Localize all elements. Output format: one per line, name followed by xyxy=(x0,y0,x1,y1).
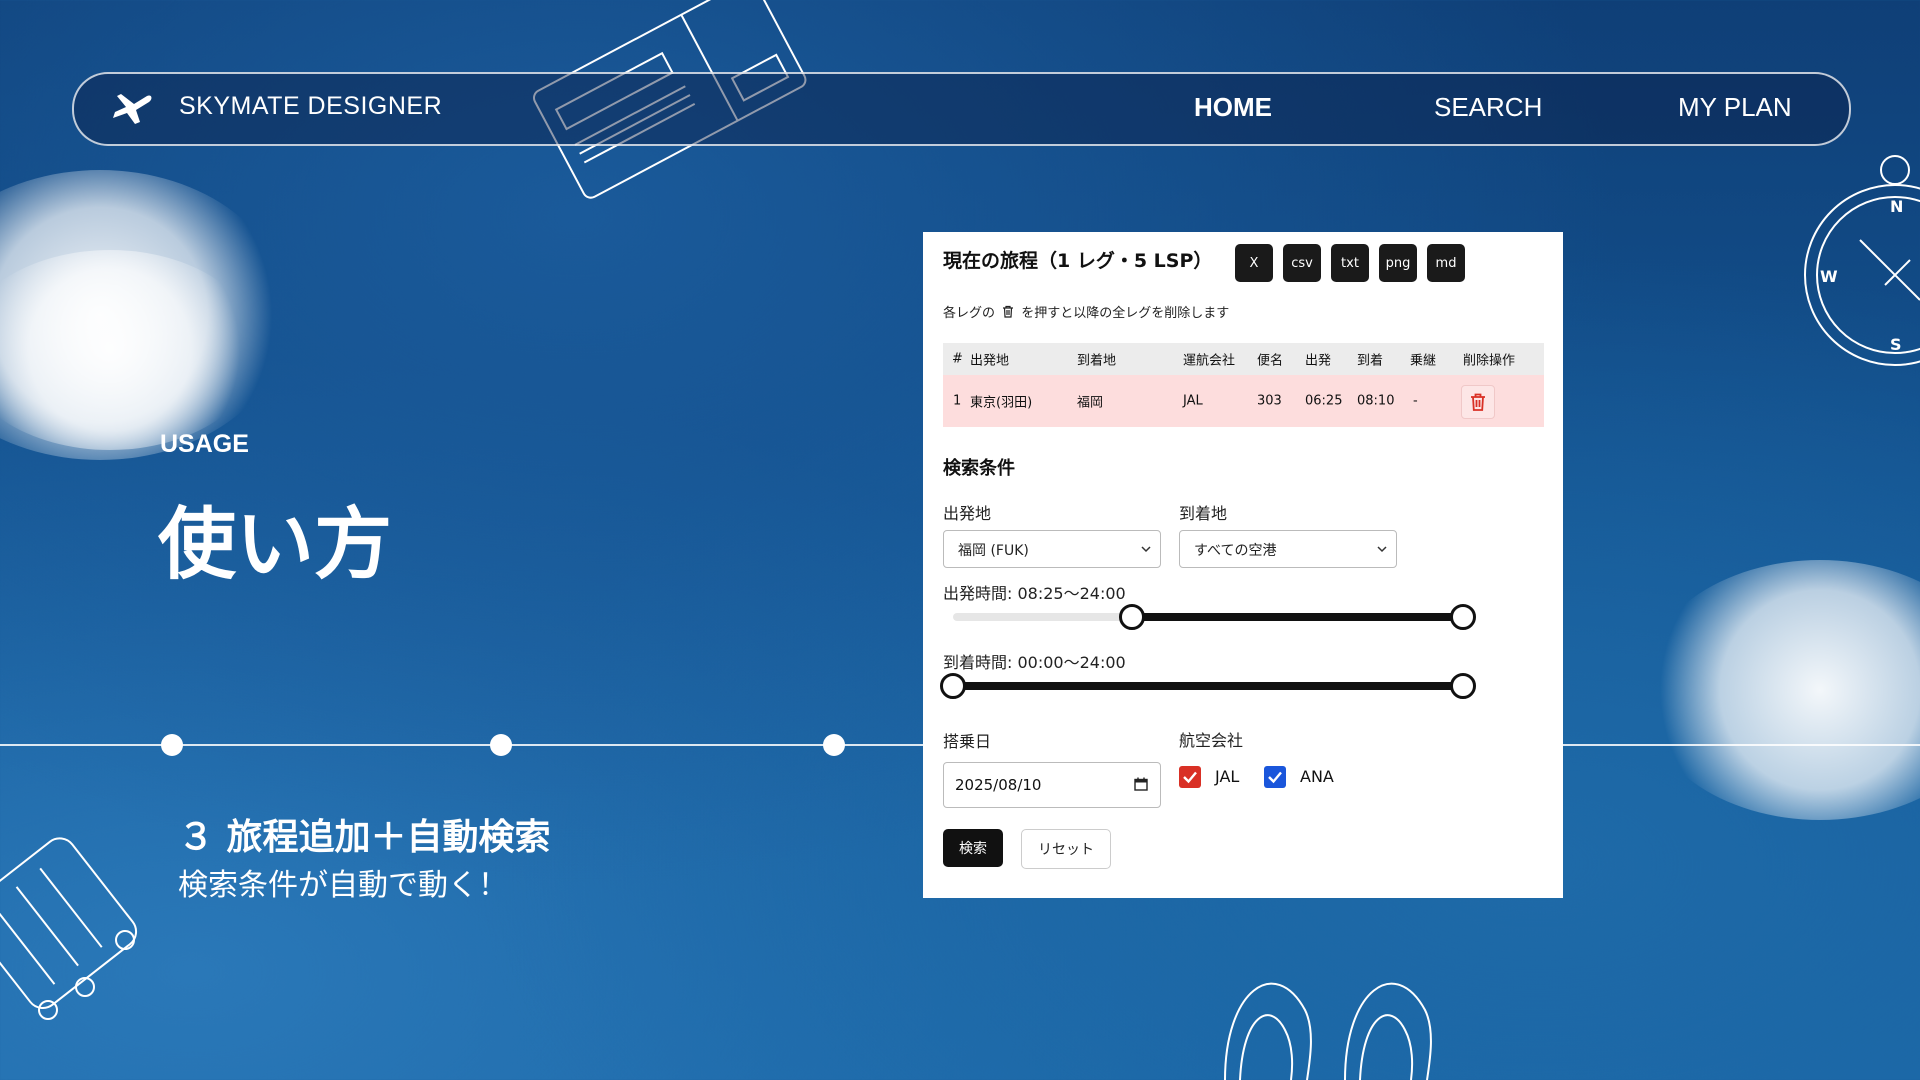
calendar-icon[interactable] xyxy=(1134,777,1148,791)
col-header-departure: 出発 xyxy=(1305,353,1332,369)
destination-select[interactable]: すべての空港 xyxy=(1179,530,1397,568)
col-header-connection: 乗継 xyxy=(1410,353,1437,369)
slider-end-handle[interactable] xyxy=(1450,673,1476,699)
compass-illustration: N W S xyxy=(1804,155,1920,366)
delete-hint-suffix: を押すと以降の全レグを削除します xyxy=(1021,306,1230,321)
cell-origin: 東京(羽田) xyxy=(970,395,1033,411)
slider-start-handle[interactable] xyxy=(1119,604,1145,630)
delete-hint: 各レグの を押すと以降の全レグを削除します xyxy=(943,302,1229,321)
search-conditions-title: 検索条件 xyxy=(943,458,1015,479)
jal-checkbox[interactable] xyxy=(1179,766,1201,788)
boarding-date-input[interactable]: 2025/08/10 xyxy=(943,762,1161,808)
col-header-origin: 出発地 xyxy=(970,353,1010,369)
suitcase-illustration xyxy=(0,837,138,1020)
chevron-down-icon xyxy=(1377,546,1387,553)
ana-checkbox-label[interactable]: ANA xyxy=(1300,767,1334,786)
cell-flight-no: 303 xyxy=(1257,393,1282,409)
nav-my-plan-link[interactable]: MY PLAN xyxy=(1678,92,1792,123)
step-subtitle: 検索条件が自動で動く！ xyxy=(178,868,508,903)
col-header-index: # xyxy=(952,351,963,367)
cell-arrival: 08:10 xyxy=(1357,393,1395,409)
airplane-logo-icon[interactable] xyxy=(109,88,155,128)
origin-label: 出発地 xyxy=(943,504,992,523)
itinerary-title: 現在の旅程（1 レグ・5 LSP） xyxy=(943,250,1213,272)
sandals-illustration xyxy=(1224,982,1432,1080)
col-header-flight-no: 便名 xyxy=(1257,353,1284,369)
slider-selected-range xyxy=(953,682,1463,690)
departure-time-slider[interactable] xyxy=(943,602,1476,632)
svg-text:S: S xyxy=(1890,335,1902,354)
svg-text:W: W xyxy=(1820,267,1838,286)
section-title: 使い方 xyxy=(158,500,393,590)
cell-departure: 06:25 xyxy=(1305,393,1343,409)
ana-checkbox[interactable] xyxy=(1264,766,1286,788)
reset-button[interactable]: リセット xyxy=(1021,829,1111,869)
timeline-dot xyxy=(161,734,183,756)
export-txt-button[interactable]: txt xyxy=(1331,244,1369,282)
cell-destination: 福岡 xyxy=(1077,395,1104,411)
itinerary-panel: 現在の旅程（1 レグ・5 LSP） X csv txt png md 各レグの … xyxy=(923,232,1563,898)
destination-label: 到着地 xyxy=(1179,504,1228,523)
nav-search-link[interactable]: SEARCH xyxy=(1434,92,1542,123)
arrival-time-label: 到着時間: 00:00〜24:00 xyxy=(943,653,1126,672)
arrival-time-slider[interactable] xyxy=(940,671,1476,701)
export-csv-button[interactable]: csv xyxy=(1283,244,1321,282)
cloud-decoration-right xyxy=(1640,560,1920,820)
export-md-button[interactable]: md xyxy=(1427,244,1465,282)
section-eyebrow: USAGE xyxy=(160,430,249,458)
cell-connection: - xyxy=(1413,393,1418,409)
trash-icon xyxy=(1471,393,1485,411)
trash-icon xyxy=(1003,305,1014,318)
timeline-dot xyxy=(823,734,845,756)
boarding-date-label: 搭乗日 xyxy=(943,732,992,751)
checkmark-icon xyxy=(1268,771,1282,784)
origin-select[interactable]: 福岡 (FUK) xyxy=(943,530,1161,568)
col-header-destination: 到着地 xyxy=(1077,353,1117,369)
delete-leg-button[interactable] xyxy=(1461,385,1495,419)
departure-time-label: 出発時間: 08:25〜24:00 xyxy=(943,584,1126,603)
export-x-button[interactable]: X xyxy=(1235,244,1273,282)
search-button[interactable]: 検索 xyxy=(943,829,1003,867)
jal-checkbox-label[interactable]: JAL xyxy=(1215,767,1239,786)
col-header-delete: 削除操作 xyxy=(1463,353,1516,369)
itinerary-table: # 出発地 到着地 運航会社 便名 出発 到着 乗継 削除操作 1 東京(羽田)… xyxy=(943,343,1544,427)
col-header-carrier: 運航会社 xyxy=(1183,353,1236,369)
boarding-date-value: 2025/08/10 xyxy=(955,776,1042,794)
slider-end-handle[interactable] xyxy=(1450,604,1476,630)
chevron-down-icon xyxy=(1141,546,1151,553)
col-header-arrival: 到着 xyxy=(1357,353,1384,369)
slider-start-handle[interactable] xyxy=(940,673,966,699)
table-row: 1 東京(羽田) 福岡 JAL 303 06:25 08:10 - xyxy=(943,375,1544,427)
slider-selected-range xyxy=(1132,613,1463,621)
brand-name[interactable]: SKYMATE DESIGNER xyxy=(179,92,442,121)
cell-index: 1 xyxy=(953,393,962,409)
cell-carrier: JAL xyxy=(1183,393,1203,409)
nav-home-link[interactable]: HOME xyxy=(1194,92,1272,123)
timeline-dot xyxy=(490,734,512,756)
airline-label: 航空会社 xyxy=(1179,731,1244,750)
export-png-button[interactable]: png xyxy=(1379,244,1417,282)
checkmark-icon xyxy=(1183,771,1197,784)
destination-select-value: すべての空港 xyxy=(1194,543,1277,559)
table-header-row: # 出発地 到着地 運航会社 便名 出発 到着 乗継 削除操作 xyxy=(943,343,1544,375)
top-navigation-bar: SKYMATE DESIGNER HOME SEARCH MY PLAN xyxy=(72,72,1851,146)
delete-hint-prefix: 各レグの xyxy=(943,306,996,321)
step-title: ３ 旅程追加＋自動検索 xyxy=(178,817,551,858)
origin-select-value: 福岡 (FUK) xyxy=(958,543,1029,559)
svg-text:N: N xyxy=(1890,197,1903,216)
